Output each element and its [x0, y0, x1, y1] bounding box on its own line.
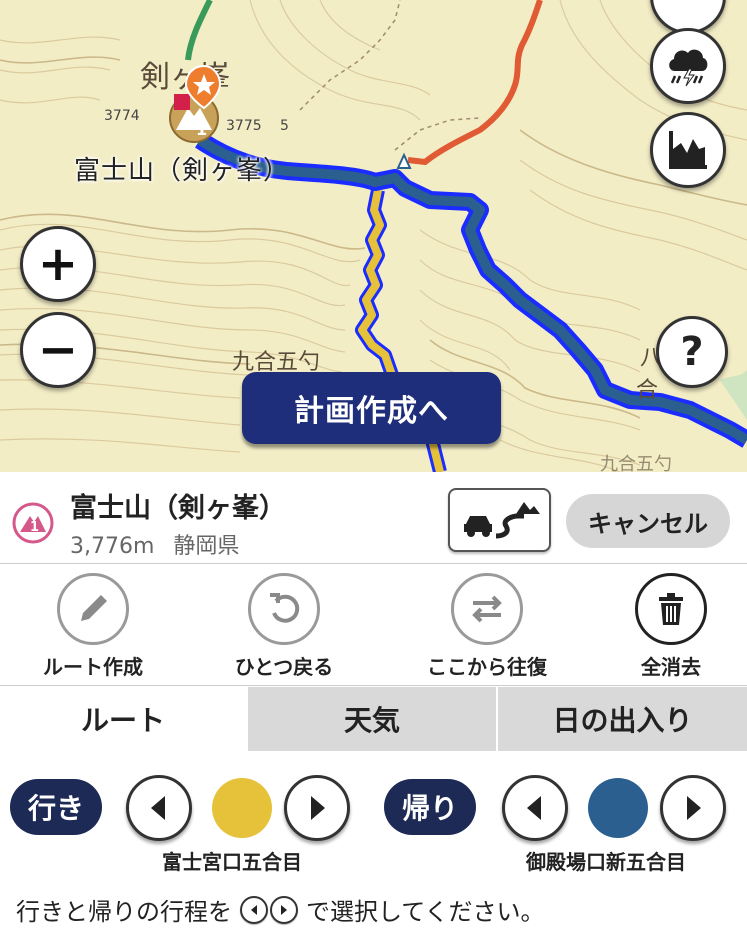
hint-right-arrow-icon: [270, 895, 298, 924]
minus-icon: −: [37, 322, 79, 378]
drive-route-button[interactable]: [448, 488, 551, 552]
zoom-out-button[interactable]: −: [20, 312, 96, 388]
peak-prefecture: 静岡県: [173, 534, 240, 559]
triangle-right-icon: [311, 796, 325, 820]
map-view[interactable]: 剣ヶ峯 3774 3775 5 九合五勺 八 合 九合五勺 1 富士山（剣ヶ峯）: [0, 0, 747, 472]
round-trip-icon: [472, 595, 502, 623]
help-button[interactable]: ?: [656, 316, 728, 388]
tab-sunrise-sunset[interactable]: 日の出入り: [496, 687, 747, 751]
peak-pin-number: 1: [30, 520, 40, 535]
triangle-right-icon: [687, 796, 701, 820]
go-next-button[interactable]: [284, 775, 350, 841]
create-route-label: ルート作成: [43, 655, 143, 679]
elevation-label-right: 3775: [226, 118, 262, 134]
pencil-icon: [81, 595, 107, 621]
plus-icon: +: [37, 236, 79, 292]
elevation-chart-icon: [669, 131, 707, 169]
elevation-profile-button[interactable]: [650, 112, 726, 188]
triangle-left-icon: [527, 796, 541, 820]
summit-marker-number: 1: [196, 120, 208, 139]
cancel-button[interactable]: キャンセル: [566, 494, 730, 548]
weather-radar-button[interactable]: [650, 28, 726, 104]
go-badge: 行き: [10, 779, 102, 835]
go-route-color: [212, 778, 272, 838]
tab-route[interactable]: ルート: [0, 687, 246, 751]
return-route-name: 御殿場口新五合目: [526, 850, 686, 874]
summit-pin-icon: [169, 64, 222, 143]
summit-marker[interactable]: 1: [162, 64, 226, 148]
triangle-left-icon: [151, 796, 165, 820]
layer-icon: [668, 0, 708, 16]
undo-icon: [270, 593, 300, 623]
thunderstorm-icon: [669, 49, 708, 87]
go-route-name: 富士宮口五合目: [162, 850, 302, 874]
map-right-label-2: 合: [636, 378, 659, 403]
return-prev-button[interactable]: [502, 775, 568, 841]
tab-bar: ルート 天気 日の出入り: [0, 687, 747, 751]
clear-all-tool[interactable]: 全消去: [596, 573, 746, 680]
clear-all-button[interactable]: [635, 573, 707, 645]
hint-text-after: で選択してください。: [306, 898, 545, 926]
create-route-tool[interactable]: ルート作成: [18, 573, 168, 680]
zoom-in-button[interactable]: +: [20, 226, 96, 302]
peak-pin: 1: [12, 502, 54, 548]
round-trip-button[interactable]: [451, 573, 523, 645]
map-bottom-right-label: 九合五勺: [600, 454, 672, 472]
clear-all-label: 全消去: [641, 655, 701, 679]
return-next-button[interactable]: [660, 775, 726, 841]
create-plan-button[interactable]: 計画作成へ: [242, 372, 501, 444]
peak-elevation: 3,776m: [70, 534, 155, 559]
elevation-label-small: 5: [280, 118, 289, 134]
go-prev-button[interactable]: [126, 775, 192, 841]
peak-name: 富士山（剣ヶ峯）: [70, 493, 286, 524]
round-trip-tool[interactable]: ここから往復: [412, 573, 562, 680]
undo-tool[interactable]: ひとつ戻る: [209, 573, 359, 680]
elevation-label-left: 3774: [104, 108, 140, 124]
create-route-button[interactable]: [57, 573, 129, 645]
peak-subinfo: 3,776m 静岡県: [70, 528, 239, 560]
hint-text-before: 行きと帰りの行程を: [16, 898, 232, 926]
return-badge: 帰り: [384, 779, 476, 835]
selection-hint: 行きと帰りの行程を で選択してください。: [16, 892, 545, 927]
tab-weather[interactable]: 天気: [246, 687, 496, 751]
hint-left-arrow-icon: [240, 895, 268, 924]
trash-icon: [659, 593, 683, 625]
return-route-color: [588, 778, 648, 838]
summit-label: 富士山（剣ヶ峯）: [74, 156, 291, 186]
undo-button[interactable]: [248, 573, 320, 645]
help-icon: ?: [680, 329, 704, 375]
car-road-icon: [463, 502, 540, 539]
round-trip-label: ここから往復: [427, 655, 547, 679]
undo-label: ひとつ戻る: [234, 655, 334, 679]
